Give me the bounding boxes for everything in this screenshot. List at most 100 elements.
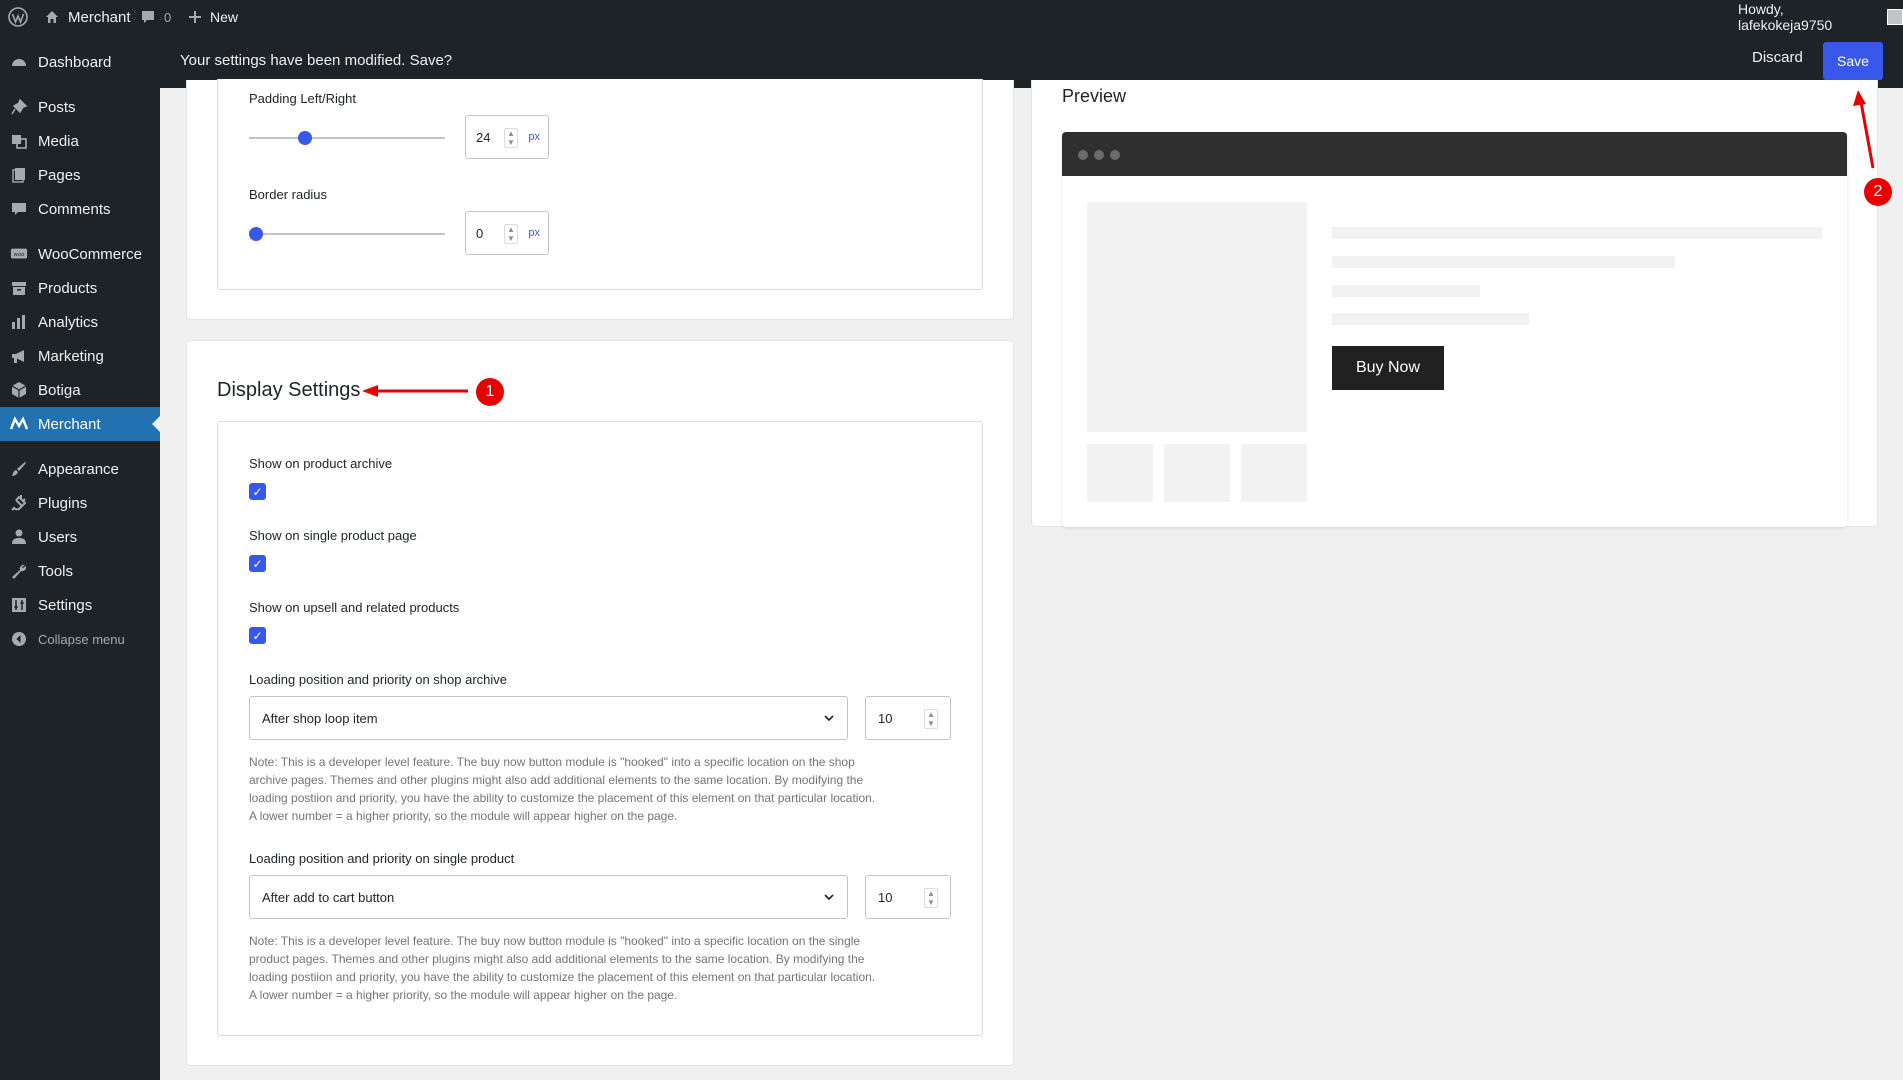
show-on-upsell-checkbox[interactable]: ✓ xyxy=(249,627,266,644)
padding-slider-track[interactable] xyxy=(249,137,445,139)
thumbnail-placeholder xyxy=(1164,444,1230,502)
sidebar-item-label: Products xyxy=(38,279,98,297)
sidebar-item-label: Appearance xyxy=(38,460,119,478)
collapse-menu-button[interactable]: Collapse menu xyxy=(0,622,160,656)
border-radius-unit: px xyxy=(528,227,540,239)
display-settings-panel: Display Settings Show on product archive… xyxy=(186,340,1014,1066)
number-spinner-icon[interactable]: ▲ ▼ xyxy=(924,888,938,908)
sidebar-item-label: Settings xyxy=(38,596,93,614)
comments-link[interactable]: 0 xyxy=(140,0,171,34)
note-line: Note: This is a developer level feature.… xyxy=(249,755,855,769)
single-position-select[interactable]: After add to cart button xyxy=(249,875,848,919)
sidebar-item-dashboard[interactable]: Dashboard xyxy=(0,45,160,79)
check-label-single: Show on single product page xyxy=(249,528,417,543)
sidebar-item-settings[interactable]: Settings xyxy=(0,588,160,622)
sidebar-item-comments[interactable]: Comments xyxy=(0,192,160,226)
radius-slider-track[interactable] xyxy=(249,233,445,235)
sidebar-item-tools[interactable]: Tools xyxy=(0,554,160,588)
home-icon xyxy=(46,11,58,23)
sidebar-item-label: Analytics xyxy=(38,313,99,331)
radius-slider-thumb[interactable] xyxy=(249,227,263,241)
media-icon xyxy=(10,132,28,150)
sidebar-item-label: Marketing xyxy=(38,347,104,365)
wordpress-logo-icon[interactable] xyxy=(8,0,28,34)
sidebar-item-users[interactable]: Users xyxy=(0,520,160,554)
sidebar-item-plugins[interactable]: Plugins xyxy=(0,486,160,520)
archive-position-label: Loading position and priority on shop ar… xyxy=(249,672,508,687)
border-radius-value: 0 xyxy=(476,225,484,241)
sidebar-item-label: WooCommerce xyxy=(38,245,142,263)
archive-note: Note: This is a developer level feature.… xyxy=(249,753,875,825)
thumbnail-placeholder xyxy=(1241,444,1307,502)
comments-icon xyxy=(10,200,28,218)
check-label-upsell: Show on upsell and related products xyxy=(249,600,460,615)
padding-slider-thumb[interactable] xyxy=(298,131,312,145)
archive-position-select[interactable]: After shop loop item xyxy=(249,696,848,740)
site-name-link[interactable]: Merchant xyxy=(44,0,131,34)
sidebar-item-appearance[interactable]: Appearance xyxy=(0,452,160,486)
window-dot-icon xyxy=(1110,150,1120,160)
number-spinner-icon[interactable]: ▲ ▼ xyxy=(504,128,518,148)
sidebar-item-label: Collapse menu xyxy=(38,631,125,647)
buy-now-button[interactable]: Buy Now xyxy=(1332,346,1444,390)
note-line: archive pages. Themes and other plugins … xyxy=(249,773,864,787)
display-settings-card: Show on product archive ✓ Show on single… xyxy=(217,421,983,1036)
style-settings-panel: Padding Left/Right 24 ▲ ▼ px Border radiu… xyxy=(186,79,1014,320)
sidebar-item-label: Comments xyxy=(38,200,111,218)
check-icon: ✓ xyxy=(252,556,263,571)
account-menu[interactable]: Howdy, lafekokeja9750 xyxy=(1738,0,1903,34)
browser-titlebar xyxy=(1062,132,1847,176)
new-content-link[interactable]: New xyxy=(188,0,238,34)
sidebar-item-botiga[interactable]: Botiga xyxy=(0,373,160,407)
sidebar-item-posts[interactable]: Posts xyxy=(0,90,160,124)
border-radius-input[interactable]: 0 ▲ ▼ px xyxy=(465,211,549,255)
text-line-placeholder xyxy=(1332,313,1529,325)
show-on-archive-checkbox[interactable]: ✓ xyxy=(249,483,266,500)
howdy-text: Howdy, lafekokeja9750 xyxy=(1738,1,1833,33)
annotation-arrow-1 xyxy=(362,385,468,397)
padding-input[interactable]: 24 ▲ ▼ px xyxy=(465,115,549,159)
number-spinner-icon[interactable]: ▲ ▼ xyxy=(504,224,518,244)
sidebar-item-label: Posts xyxy=(38,98,76,116)
annotation-arrow-2 xyxy=(1853,90,1875,169)
check-label-archive: Show on product archive xyxy=(249,456,393,471)
check-icon: ✓ xyxy=(252,628,263,643)
border-radius-label: Border radius xyxy=(249,187,328,202)
sidebar-item-analytics[interactable]: Analytics xyxy=(0,305,160,339)
sidebar-item-pages[interactable]: Pages xyxy=(0,158,160,192)
admin-sidebar: Dashboard Posts Media Pages Comments woo… xyxy=(0,34,160,1080)
sidebar-item-label: Pages xyxy=(38,166,81,184)
user-icon xyxy=(10,528,28,546)
annotation-badge-1: 1 xyxy=(476,378,504,406)
discard-button[interactable]: Discard xyxy=(1752,49,1803,66)
single-priority-input[interactable]: 10 ▲ ▼ xyxy=(865,875,951,919)
megaphone-icon xyxy=(10,347,28,365)
sidebar-item-marketing[interactable]: Marketing xyxy=(0,339,160,373)
sidebar-item-merchant[interactable]: Merchant xyxy=(0,407,160,441)
window-dot-icon xyxy=(1078,150,1088,160)
pin-icon xyxy=(10,98,28,116)
single-priority-value: 10 xyxy=(878,889,893,905)
style-settings-card: Padding Left/Right 24 ▲ ▼ px Border radiu… xyxy=(217,79,983,290)
single-note: Note: This is a developer level feature.… xyxy=(249,932,875,1004)
chevron-down-icon xyxy=(824,894,834,901)
sidebar-item-products[interactable]: Products xyxy=(0,271,160,305)
text-line-placeholder xyxy=(1332,227,1822,239)
archive-priority-input[interactable]: 10 ▲ ▼ xyxy=(865,696,951,740)
sidebar-item-media[interactable]: Media xyxy=(0,124,160,158)
pages-icon xyxy=(10,166,28,184)
note-line: loading postiion and priority, you have … xyxy=(249,791,876,805)
site-name: Merchant xyxy=(68,8,131,26)
sidebar-item-woocommerce[interactable]: woo WooCommerce xyxy=(0,237,160,271)
wrench-icon xyxy=(10,562,28,580)
display-settings-title: Display Settings xyxy=(217,379,361,401)
archive-icon xyxy=(10,279,28,297)
note-line: product pages. Themes and other plugins … xyxy=(249,952,865,966)
admin-bar: Merchant 0 New Howdy, lafekokeja9750 xyxy=(0,0,1903,34)
show-on-single-checkbox[interactable]: ✓ xyxy=(249,555,266,572)
sidebar-item-label: Dashboard xyxy=(38,53,112,71)
number-spinner-icon[interactable]: ▲ ▼ xyxy=(924,709,938,729)
single-position-value: After add to cart button xyxy=(262,889,395,905)
save-button[interactable]: Save xyxy=(1823,42,1883,80)
padding-value: 24 xyxy=(476,129,491,145)
